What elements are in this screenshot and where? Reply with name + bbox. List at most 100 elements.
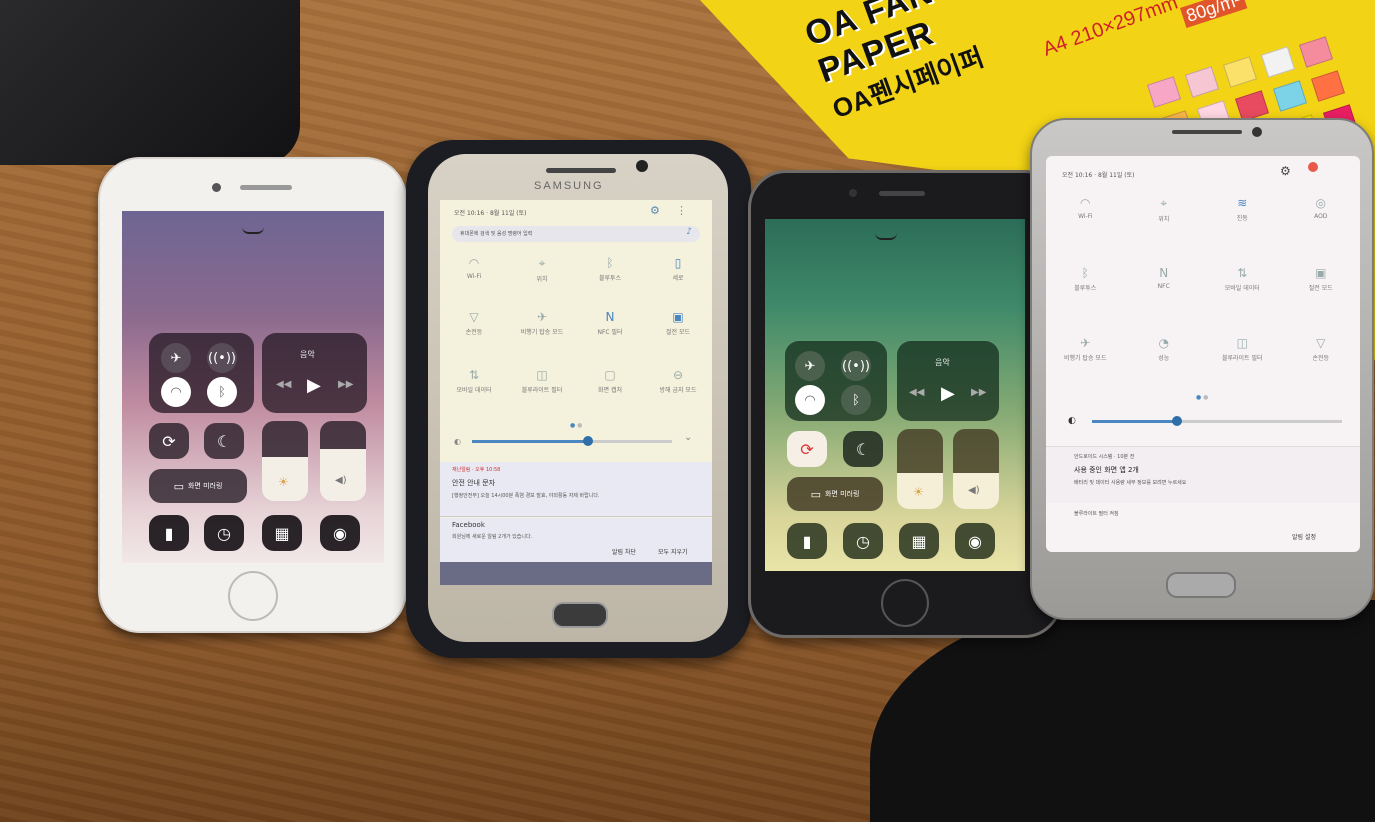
rotation-toggle[interactable]: ▯ 세로 <box>644 256 712 283</box>
notification-1[interactable]: 재난알림 · 오후 10:58 안전 안내 문자 [행정안전부] 오늘 14시0… <box>440 462 712 517</box>
wifi-toggle[interactable]: ◠ Wi-Fi <box>1046 196 1125 223</box>
play-icon[interactable]: ▶ <box>307 375 321 396</box>
dnd-icon: ⊖ <box>672 368 684 382</box>
calculator-icon[interactable]: ▦ <box>262 515 302 551</box>
rotation-lock-icon[interactable]: ⟳ <box>787 431 827 467</box>
wifi-icon[interactable]: ◠ <box>795 385 825 415</box>
nfc-toggle[interactable]: N NFC 필터 <box>576 310 644 336</box>
speaker-grill <box>1172 130 1242 134</box>
search-bar[interactable]: 휴대폰에 검색 및 음성 명령어 입력 ♪ <box>452 226 700 242</box>
flashlight-toggle[interactable]: ▽ 손전등 <box>440 310 508 336</box>
screen-mirroring-button[interactable]: ▭ 화면 미러링 <box>149 469 247 503</box>
airplane-toggle[interactable]: ✈ 비행기 탑승 모드 <box>508 310 576 336</box>
notification-settings-button[interactable]: 알림 설정 <box>1292 532 1316 541</box>
moon-icon[interactable]: ☾ <box>204 423 244 459</box>
settings-gear-icon[interactable]: ⚙ <box>1280 164 1291 178</box>
music-tile[interactable]: 음악 ▶ ◀◀ ▶▶ <box>262 333 367 413</box>
play-icon[interactable]: ▶ <box>941 383 955 404</box>
location-toggle[interactable]: ⌖ 위치 <box>508 256 576 283</box>
flashlight-toggle[interactable]: ▽ 손전등 <box>1282 336 1361 362</box>
flashlight-icon[interactable]: ▮ <box>149 515 189 551</box>
music-tile[interactable]: 음악 ▶ ◀◀ ▶▶ <box>897 341 999 421</box>
cellular-icon[interactable]: ((•)) <box>207 343 237 373</box>
home-button[interactable] <box>228 571 278 621</box>
screenshot-toggle[interactable]: ▢ 화면 캡처 <box>576 368 644 394</box>
wifi-icon: ◠ <box>1080 196 1091 210</box>
blue-light-toggle[interactable]: ◫ 블루라이트 필터 <box>508 368 576 394</box>
rewind-icon[interactable]: ◀◀ <box>276 379 291 390</box>
mic-icon[interactable]: ♪ <box>686 227 692 237</box>
grabber[interactable] <box>242 227 264 234</box>
home-button[interactable] <box>552 602 608 628</box>
volume-slider[interactable]: ◀) <box>953 429 999 509</box>
timer-icon[interactable]: ◷ <box>843 523 883 559</box>
aod-toggle[interactable]: ◎ AOD <box>1282 196 1361 223</box>
location-toggle[interactable]: ⌖ 위치 <box>1125 196 1204 223</box>
nfc-icon: N <box>605 310 615 324</box>
brightness-slider[interactable]: ☀ <box>262 421 308 501</box>
home-button[interactable] <box>881 579 929 627</box>
brightness-thumb[interactable] <box>1172 416 1182 426</box>
rotation-lock-icon[interactable]: ⟳ <box>149 423 189 459</box>
brightness-slider[interactable]: ☀ <box>897 429 943 509</box>
power-saving-toggle[interactable]: ▣ 절전 모드 <box>644 310 712 336</box>
forward-icon[interactable]: ▶▶ <box>338 379 353 390</box>
bluetooth-icon[interactable]: ᛒ <box>207 377 237 407</box>
aod-icon: ◎ <box>1315 196 1326 210</box>
vibrate-icon: ≋ <box>1237 196 1248 210</box>
phone-iphone-black: ✈ ((•)) ◠ ᛒ 음악 ▶ ◀◀ ▶▶ ⟳ ☾ ☀ ◀) ▭ 화면 미러링… <box>748 170 1062 638</box>
mobile-data-toggle[interactable]: ⇅ 모바일 데이터 <box>440 368 508 394</box>
camera-icon[interactable]: ◉ <box>955 523 995 559</box>
samsung-logo: SAMSUNG <box>534 180 604 192</box>
brightness-slider[interactable] <box>1092 416 1342 426</box>
grabber[interactable] <box>875 233 897 240</box>
notification-2[interactable]: Facebook 회원님께 새로운 알림 2개가 있습니다. 알림 차단 모두 … <box>440 518 712 562</box>
forward-icon[interactable]: ▶▶ <box>971 387 986 398</box>
brightness-slider[interactable] <box>472 436 672 446</box>
home-button[interactable] <box>1166 572 1236 598</box>
settings-gear-icon[interactable]: ⚙ <box>650 204 660 217</box>
airplane-icon[interactable]: ✈ <box>795 351 825 381</box>
bluetooth-icon[interactable]: ᛒ <box>841 385 871 415</box>
connectivity-tile[interactable]: ✈ ((•)) ◠ ᛒ <box>785 341 887 421</box>
front-camera <box>212 183 221 192</box>
clear-all-button[interactable]: 모두 지우기 <box>658 547 688 556</box>
performance-toggle[interactable]: ◔ 성능 <box>1125 336 1204 362</box>
rewind-icon[interactable]: ◀◀ <box>909 387 924 398</box>
nfc-toggle[interactable]: N NFC <box>1125 266 1204 292</box>
blue-light-toggle[interactable]: ◫ 블루라이트 필터 <box>1203 336 1282 362</box>
notif-hint[interactable]: 블루라이트 필터 켜짐 <box>1074 510 1119 517</box>
notif1-body: [행정안전부] 오늘 14시00분 폭염 경보 발효, 야외활동 자제 바랍니다… <box>452 493 600 499</box>
airplane-icon[interactable]: ✈ <box>161 343 191 373</box>
notif1-title: 안전 안내 문자 <box>452 479 496 487</box>
notification-card[interactable]: 안드로이드 시스템 · 10분 전 사용 중인 화면 앱 2개 배터리 및 데이… <box>1046 446 1360 503</box>
cellular-icon[interactable]: ((•)) <box>841 351 871 381</box>
power-saving-toggle[interactable]: ▣ 절전 모드 <box>1282 266 1361 292</box>
block-button[interactable]: 알림 차단 <box>612 547 636 556</box>
dnd-toggle[interactable]: ⊖ 방해 금지 모드 <box>644 368 712 394</box>
flashlight-icon: ▽ <box>469 310 479 324</box>
more-icon[interactable]: ⋮ <box>676 204 687 217</box>
chevron-down-icon[interactable]: ⌄ <box>684 432 692 443</box>
monitor-base <box>0 0 300 165</box>
wifi-icon[interactable]: ◠ <box>161 377 191 407</box>
brightness-thumb[interactable] <box>583 436 593 446</box>
flashlight-icon[interactable]: ▮ <box>787 523 827 559</box>
bluetooth-toggle[interactable]: ᛒ 블루투스 <box>576 256 644 283</box>
vibrate-toggle[interactable]: ≋ 진동 <box>1203 196 1282 223</box>
calculator-icon[interactable]: ▦ <box>899 523 939 559</box>
quick-row-3: ✈ 비행기 탑승 모드 ◔ 성능 ◫ 블루라이트 필터 ▽ 손전등 <box>1046 336 1360 362</box>
screen-mirroring-button[interactable]: ▭ 화면 미러링 <box>787 477 883 511</box>
timer-icon[interactable]: ◷ <box>204 515 244 551</box>
phone-samsung-edge: 오전 10:16 · 8월 11일 (토) ⚙ ◠ Wi-Fi ⌖ 위치 ≋ 진동 ◎… <box>1030 118 1374 620</box>
camera-icon[interactable]: ◉ <box>320 515 360 551</box>
volume-slider[interactable]: ◀) <box>320 421 366 501</box>
connectivity-tile[interactable]: ✈ ((•)) ◠ ᛒ <box>149 333 254 413</box>
sun-icon: ☀ <box>913 485 924 499</box>
airplane-toggle[interactable]: ✈ 비행기 탑승 모드 <box>1046 336 1125 362</box>
bluetooth-toggle[interactable]: ᛒ 블루투스 <box>1046 266 1125 292</box>
wifi-toggle[interactable]: ◠ Wi-Fi <box>440 256 508 283</box>
color-swatch <box>1260 46 1296 78</box>
moon-icon[interactable]: ☾ <box>843 431 883 467</box>
mobile-data-toggle[interactable]: ⇅ 모바일 데이터 <box>1203 266 1282 292</box>
